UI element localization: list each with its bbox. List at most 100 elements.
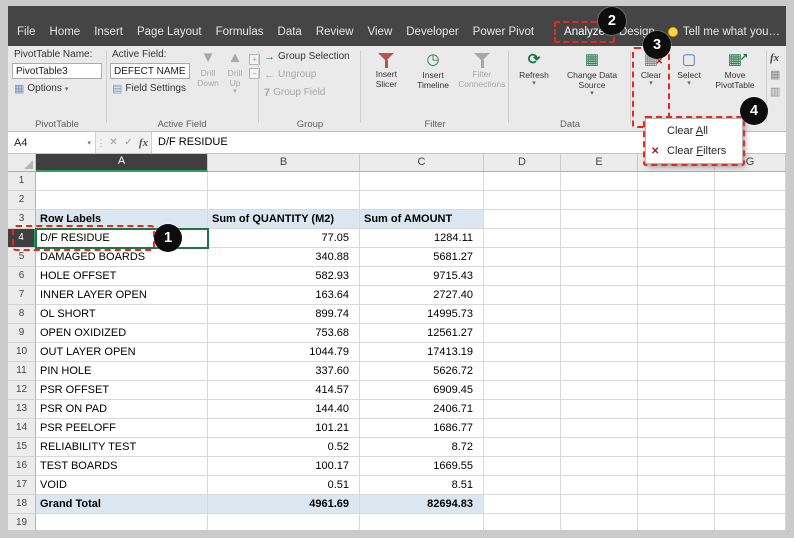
row-header-11[interactable]: 11 [8, 362, 36, 381]
cell-d10[interactable] [484, 343, 561, 362]
relationships-icon[interactable]: ▥ [770, 85, 780, 98]
cell-e4[interactable] [561, 229, 638, 248]
cell-f15[interactable] [638, 438, 715, 457]
cell-b13[interactable]: 144.40 [208, 400, 360, 419]
cell-c7[interactable]: 2727.40 [360, 286, 484, 305]
cell-b9[interactable]: 753.68 [208, 324, 360, 343]
cell-g11[interactable] [715, 362, 786, 381]
cell-a16[interactable]: TEST BOARDS [36, 457, 208, 476]
cell-b3[interactable]: Sum of QUANTITY (M2) [208, 210, 360, 229]
row-header-7[interactable]: 7 [8, 286, 36, 305]
cell-a10[interactable]: OUT LAYER OPEN [36, 343, 208, 362]
cell-b18[interactable]: 4961.69 [208, 495, 360, 514]
cell-g15[interactable] [715, 438, 786, 457]
cell-f3[interactable] [638, 210, 715, 229]
tab-formulas[interactable]: Formulas [209, 20, 271, 46]
cell-e11[interactable] [561, 362, 638, 381]
cell-f4[interactable] [638, 229, 715, 248]
cell-e5[interactable] [561, 248, 638, 267]
cell-f1[interactable] [638, 172, 715, 191]
cell-b4[interactable]: 77.05 [208, 229, 360, 248]
cell-f18[interactable] [638, 495, 715, 514]
cell-c4[interactable]: 1284.11 [360, 229, 484, 248]
drill-down-button[interactable]: ▼ Drill Down [194, 46, 222, 118]
cell-d17[interactable] [484, 476, 561, 495]
cell-c11[interactable]: 5626.72 [360, 362, 484, 381]
name-box-dropdown-icon[interactable]: ▾ [87, 139, 91, 147]
row-header-9[interactable]: 9 [8, 324, 36, 343]
cell-e7[interactable] [561, 286, 638, 305]
row-header-2[interactable]: 2 [8, 191, 36, 210]
options-button[interactable]: ▦ Options ▾ [12, 81, 102, 97]
cell-g12[interactable] [715, 381, 786, 400]
cell-g2[interactable] [715, 191, 786, 210]
row-header-18[interactable]: 18 [8, 495, 36, 514]
cell-c3[interactable]: Sum of AMOUNT [360, 210, 484, 229]
cell-c5[interactable]: 5681.27 [360, 248, 484, 267]
cell-g13[interactable] [715, 400, 786, 419]
cell-b6[interactable]: 582.93 [208, 267, 360, 286]
cell-e3[interactable] [561, 210, 638, 229]
tab-file[interactable]: File [10, 20, 43, 46]
cell-a3[interactable]: Row Labels [36, 210, 208, 229]
row-header-1[interactable]: 1 [8, 172, 36, 191]
cell-f9[interactable] [638, 324, 715, 343]
column-header-a[interactable]: A [36, 154, 208, 172]
cell-f8[interactable] [638, 305, 715, 324]
cell-e8[interactable] [561, 305, 638, 324]
cell-g17[interactable] [715, 476, 786, 495]
row-header-3[interactable]: 3 [8, 210, 36, 229]
column-header-c[interactable]: C [360, 154, 484, 172]
cell-d15[interactable] [484, 438, 561, 457]
cell-b5[interactable]: 340.88 [208, 248, 360, 267]
olap-tools-icon[interactable]: ▦ [770, 68, 780, 81]
cell-b19[interactable] [208, 514, 360, 530]
cell-d3[interactable] [484, 210, 561, 229]
cell-f11[interactable] [638, 362, 715, 381]
cell-e16[interactable] [561, 457, 638, 476]
cell-e18[interactable] [561, 495, 638, 514]
cell-d19[interactable] [484, 514, 561, 530]
cell-a8[interactable]: OL SHORT [36, 305, 208, 324]
cell-b12[interactable]: 414.57 [208, 381, 360, 400]
cell-b17[interactable]: 0.51 [208, 476, 360, 495]
cell-c9[interactable]: 12561.27 [360, 324, 484, 343]
cell-b15[interactable]: 0.52 [208, 438, 360, 457]
row-header-13[interactable]: 13 [8, 400, 36, 419]
cell-b8[interactable]: 899.74 [208, 305, 360, 324]
cell-b1[interactable] [208, 172, 360, 191]
cell-f10[interactable] [638, 343, 715, 362]
cell-g19[interactable] [715, 514, 786, 530]
cell-a7[interactable]: INNER LAYER OPEN [36, 286, 208, 305]
tab-power-pivot[interactable]: Power Pivot [466, 20, 541, 46]
cell-e13[interactable] [561, 400, 638, 419]
column-header-d[interactable]: D [484, 154, 561, 172]
cell-e14[interactable] [561, 419, 638, 438]
row-header-17[interactable]: 17 [8, 476, 36, 495]
row-header-12[interactable]: 12 [8, 381, 36, 400]
cell-f7[interactable] [638, 286, 715, 305]
cell-c2[interactable] [360, 191, 484, 210]
cell-e19[interactable] [561, 514, 638, 530]
cell-f19[interactable] [638, 514, 715, 530]
select-button[interactable]: ▢ Select ▾ [670, 48, 708, 120]
row-header-16[interactable]: 16 [8, 457, 36, 476]
row-header-4[interactable]: 4 [8, 229, 36, 248]
cell-e1[interactable] [561, 172, 638, 191]
enter-button[interactable]: ✓ [121, 132, 136, 153]
cell-a6[interactable]: HOLE OFFSET [36, 267, 208, 286]
cell-g18[interactable] [715, 495, 786, 514]
row-header-15[interactable]: 15 [8, 438, 36, 457]
cell-g1[interactable] [715, 172, 786, 191]
cell-g6[interactable] [715, 267, 786, 286]
cell-d18[interactable] [484, 495, 561, 514]
cell-d13[interactable] [484, 400, 561, 419]
group-field-button[interactable]: 7 Group Field [262, 85, 358, 101]
cell-d16[interactable] [484, 457, 561, 476]
cell-f12[interactable] [638, 381, 715, 400]
field-settings-button[interactable]: ▤ Field Settings [110, 81, 190, 97]
cell-g10[interactable] [715, 343, 786, 362]
pivottable-name-input[interactable]: PivotTable3 [12, 63, 102, 79]
menu-item-clear-filters[interactable]: ✕Clear Filters [646, 141, 742, 161]
tab-review[interactable]: Review [309, 20, 361, 46]
